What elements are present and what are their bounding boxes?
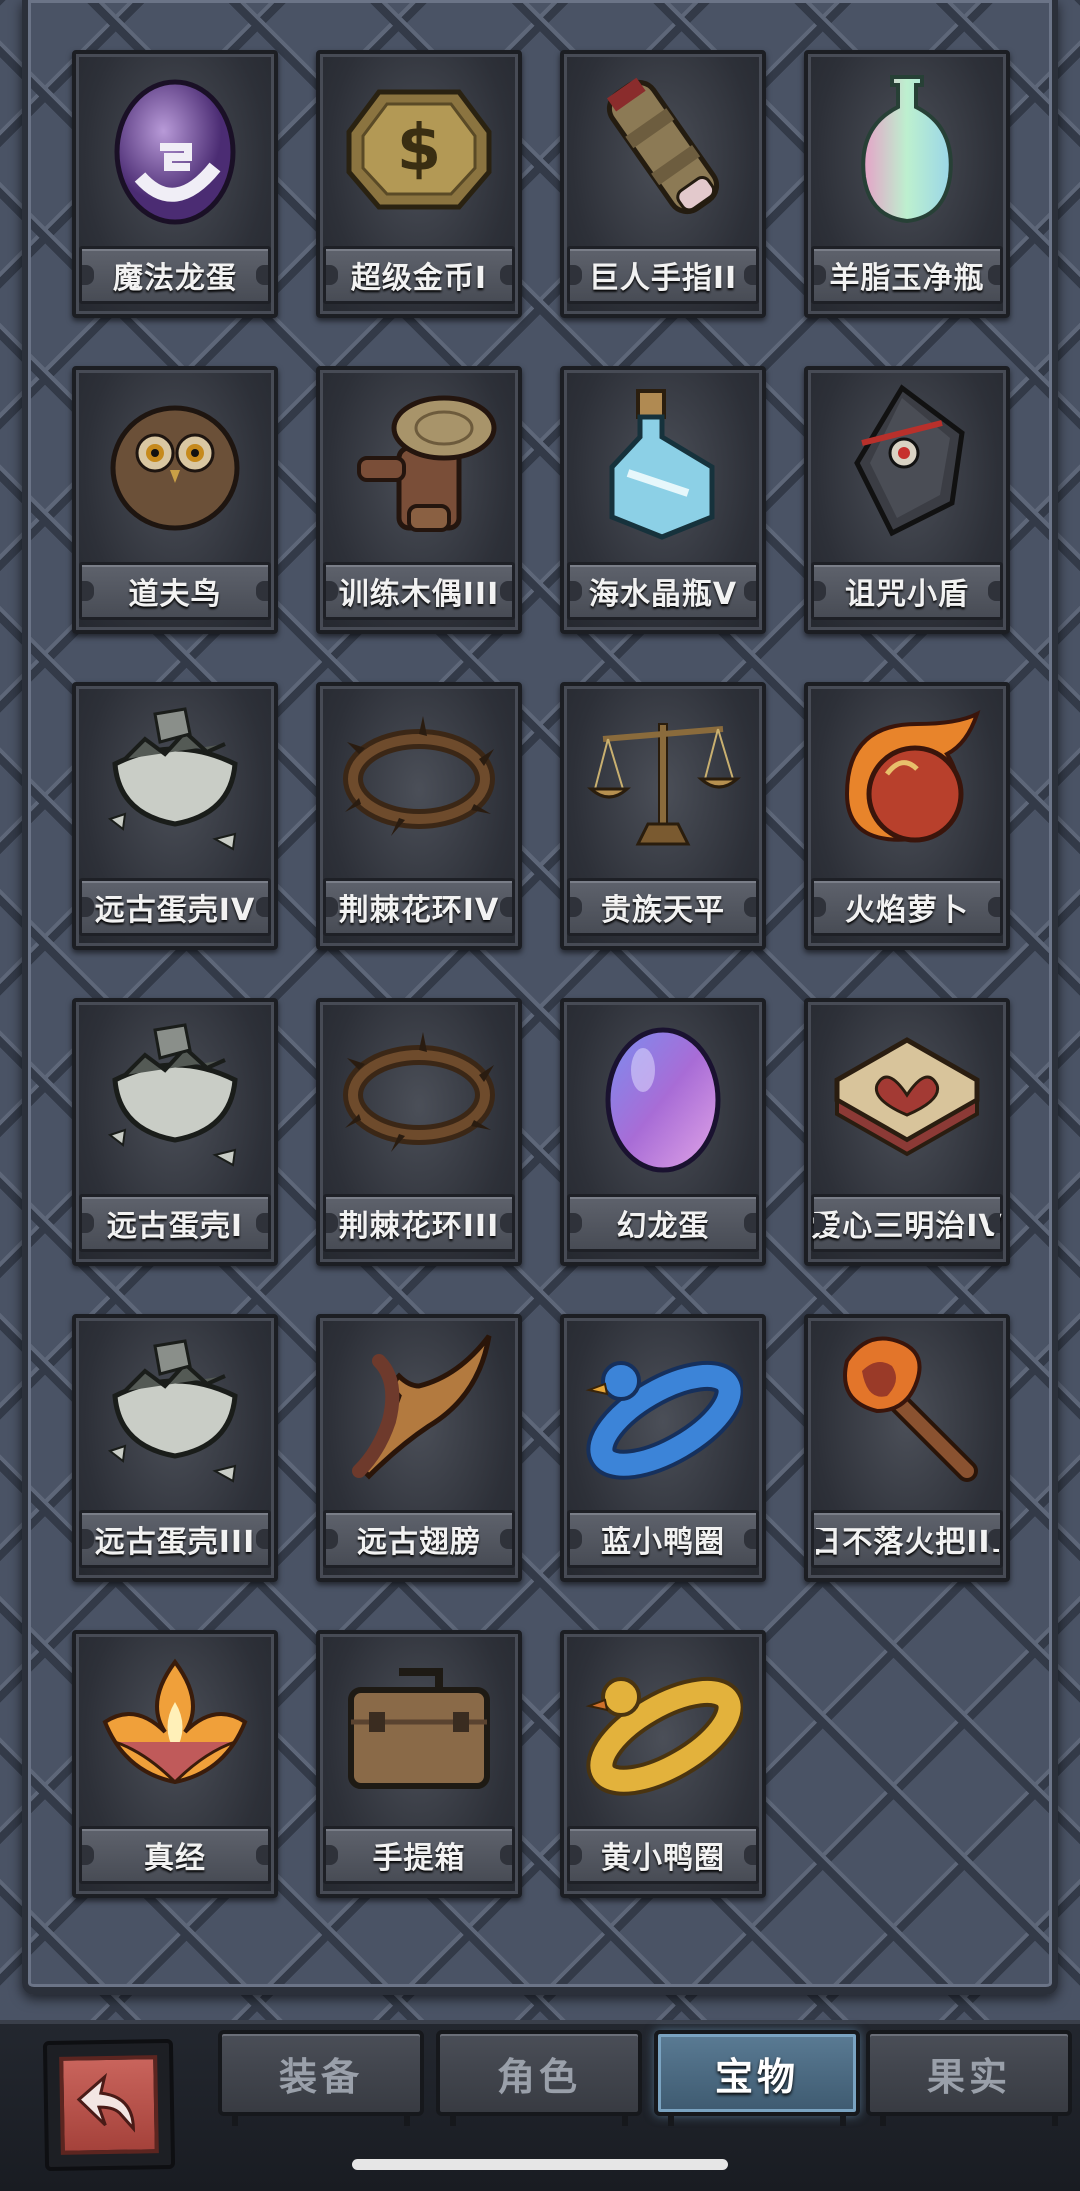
heart-sandwich-icon [826, 1014, 988, 1176]
purple-dragon-egg-icon [94, 66, 256, 228]
item-name-label: 日不落火把III [811, 1510, 1003, 1568]
item-name-label: 贵族天平 [567, 878, 759, 936]
item-name-label: 手提箱 [323, 1826, 515, 1884]
giant-finger-icon [582, 66, 744, 228]
torch-icon [826, 1330, 988, 1492]
tab-label: 装备 [278, 2054, 363, 2099]
scales-icon [582, 698, 744, 860]
item-name-label: 道夫鸟 [79, 562, 271, 620]
treasure-grid: 魔法龙蛋 $ 超级金币I 巨人手指II 羊脂玉净瓶 道夫鸟 训练木偶III 海水… [0, 0, 1080, 1990]
owl-bird-icon [94, 382, 256, 544]
tab-label: 角色 [496, 2054, 581, 2099]
yellow-duck-ring-icon [582, 1646, 744, 1808]
item-name-label: 巨人手指II [567, 246, 759, 304]
tab-label: 宝物 [714, 2054, 799, 2099]
treasure-card[interactable]: 黄小鸭圈 [560, 1630, 766, 1898]
treasure-card[interactable]: 蓝小鸭圈 [560, 1314, 766, 1582]
treasure-card[interactable]: 爱心三明治IV [804, 998, 1010, 1266]
treasure-card[interactable]: 巨人手指II [560, 50, 766, 318]
item-name-label: 火焰萝卜 [811, 878, 1003, 936]
tab-label: 果实 [926, 2054, 1011, 2099]
treasure-card[interactable]: 火焰萝卜 [804, 682, 1010, 950]
treasure-card[interactable]: 远古蛋壳III [72, 1314, 278, 1582]
gold-coin-icon: $ [338, 66, 500, 228]
treasure-card[interactable]: 手提箱 [316, 1630, 522, 1898]
wooden-dummy-icon [338, 382, 500, 544]
item-name-label: 远古蛋壳I [79, 1194, 271, 1252]
item-name-label: 羊脂玉净瓶 [811, 246, 1003, 304]
treasure-card[interactable]: 日不落火把III [804, 1314, 1010, 1582]
jade-vase-icon [826, 66, 988, 228]
treasure-card[interactable]: 训练木偶III [316, 366, 522, 634]
blue-duck-ring-icon [582, 1330, 744, 1492]
item-name-label: 超级金币I [323, 246, 515, 304]
fire-radish-icon [826, 698, 988, 860]
seawater-bottle-icon [582, 382, 744, 544]
item-name-label: 蓝小鸭圈 [567, 1510, 759, 1568]
item-name-label: 黄小鸭圈 [567, 1826, 759, 1884]
back-arrow-icon [59, 2055, 159, 2155]
flame-lotus-icon [94, 1646, 256, 1808]
treasure-card[interactable]: 魔法龙蛋 [72, 50, 278, 318]
thorn-wreath-icon [338, 1014, 500, 1176]
suitcase-icon [338, 1646, 500, 1808]
treasure-card[interactable]: 荆棘花环III [316, 998, 522, 1266]
item-name-label: 海水晶瓶V [567, 562, 759, 620]
item-name-label: 魔法龙蛋 [79, 246, 271, 304]
treasure-card[interactable]: 远古翅膀 [316, 1314, 522, 1582]
treasure-card[interactable]: 海水晶瓶V [560, 366, 766, 634]
tab-characters[interactable]: 角色 [436, 2030, 642, 2126]
cursed-shield-icon [826, 382, 988, 544]
tab-fruits[interactable]: 果实 [866, 2030, 1072, 2126]
treasure-card[interactable]: 幻龙蛋 [560, 998, 766, 1266]
back-button[interactable] [42, 2038, 176, 2172]
svg-text:$: $ [397, 112, 442, 186]
item-name-label: 幻龙蛋 [567, 1194, 759, 1252]
treasure-card[interactable]: 远古蛋壳I [72, 998, 278, 1266]
thorn-wreath-icon [338, 698, 500, 860]
item-name-label: 远古蛋壳IV [79, 878, 271, 936]
item-name-label: 远古蛋壳III [79, 1510, 271, 1568]
home-indicator[interactable] [352, 2159, 728, 2170]
treasure-card[interactable]: 道夫鸟 [72, 366, 278, 634]
illusion-dragon-egg-icon [582, 1014, 744, 1176]
item-name-label: 真经 [79, 1826, 271, 1884]
item-name-label: 诅咒小盾 [811, 562, 1003, 620]
item-name-label: 爱心三明治IV [811, 1194, 1003, 1252]
treasure-card[interactable]: 远古蛋壳IV [72, 682, 278, 950]
item-name-label: 荆棘花环IV [323, 878, 515, 936]
tab-equipment[interactable]: 装备 [218, 2030, 424, 2126]
ancient-wing-icon [338, 1330, 500, 1492]
item-name-label: 远古翅膀 [323, 1510, 515, 1568]
item-name-label: 训练木偶III [323, 562, 515, 620]
treasure-card[interactable]: 羊脂玉净瓶 [804, 50, 1010, 318]
treasure-card[interactable]: 诅咒小盾 [804, 366, 1010, 634]
ancient-eggshell-icon [94, 1330, 256, 1492]
treasure-card[interactable]: 荆棘花环IV [316, 682, 522, 950]
item-name-label: 荆棘花环III [323, 1194, 515, 1252]
tab-treasures[interactable]: 宝物 [654, 2030, 860, 2126]
treasure-card[interactable]: 真经 [72, 1630, 278, 1898]
treasure-card[interactable]: $ 超级金币I [316, 50, 522, 318]
ancient-eggshell-icon [94, 698, 256, 860]
treasure-card[interactable]: 贵族天平 [560, 682, 766, 950]
ancient-eggshell-icon [94, 1014, 256, 1176]
